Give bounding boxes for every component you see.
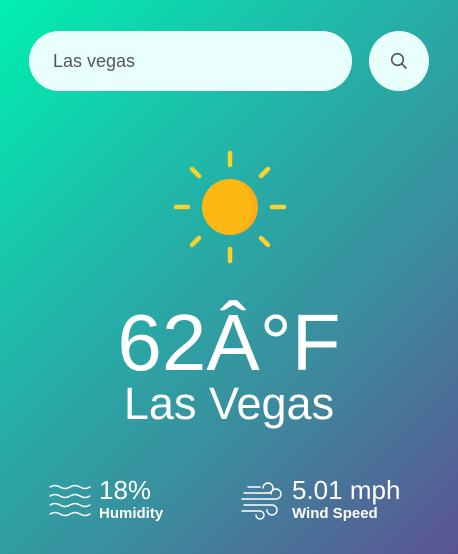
wind-icon bbox=[241, 482, 282, 520]
humidity-stat: 18% Humidity bbox=[48, 475, 208, 525]
sun-icon bbox=[173, 150, 287, 264]
humidity-value: 18% bbox=[99, 475, 152, 505]
search-icon bbox=[390, 52, 407, 69]
search-input[interactable] bbox=[29, 31, 352, 91]
wind-stat: 5.01 mph Wind Speed bbox=[240, 475, 440, 525]
search-bar bbox=[29, 31, 429, 91]
weather-card: 62Â°F Las Vegas 18% Humidity 5.01 mph Wi… bbox=[0, 0, 458, 554]
search-button[interactable] bbox=[369, 31, 429, 91]
wind-speed-value: 5.01 mph bbox=[292, 475, 401, 505]
city-name: Las Vegas bbox=[123, 378, 335, 429]
temperature: 62Â°F bbox=[117, 298, 341, 387]
humidity-waves-icon bbox=[49, 484, 91, 517]
wind-speed-label: Wind Speed bbox=[292, 505, 378, 522]
humidity-label: Humidity bbox=[99, 505, 164, 522]
